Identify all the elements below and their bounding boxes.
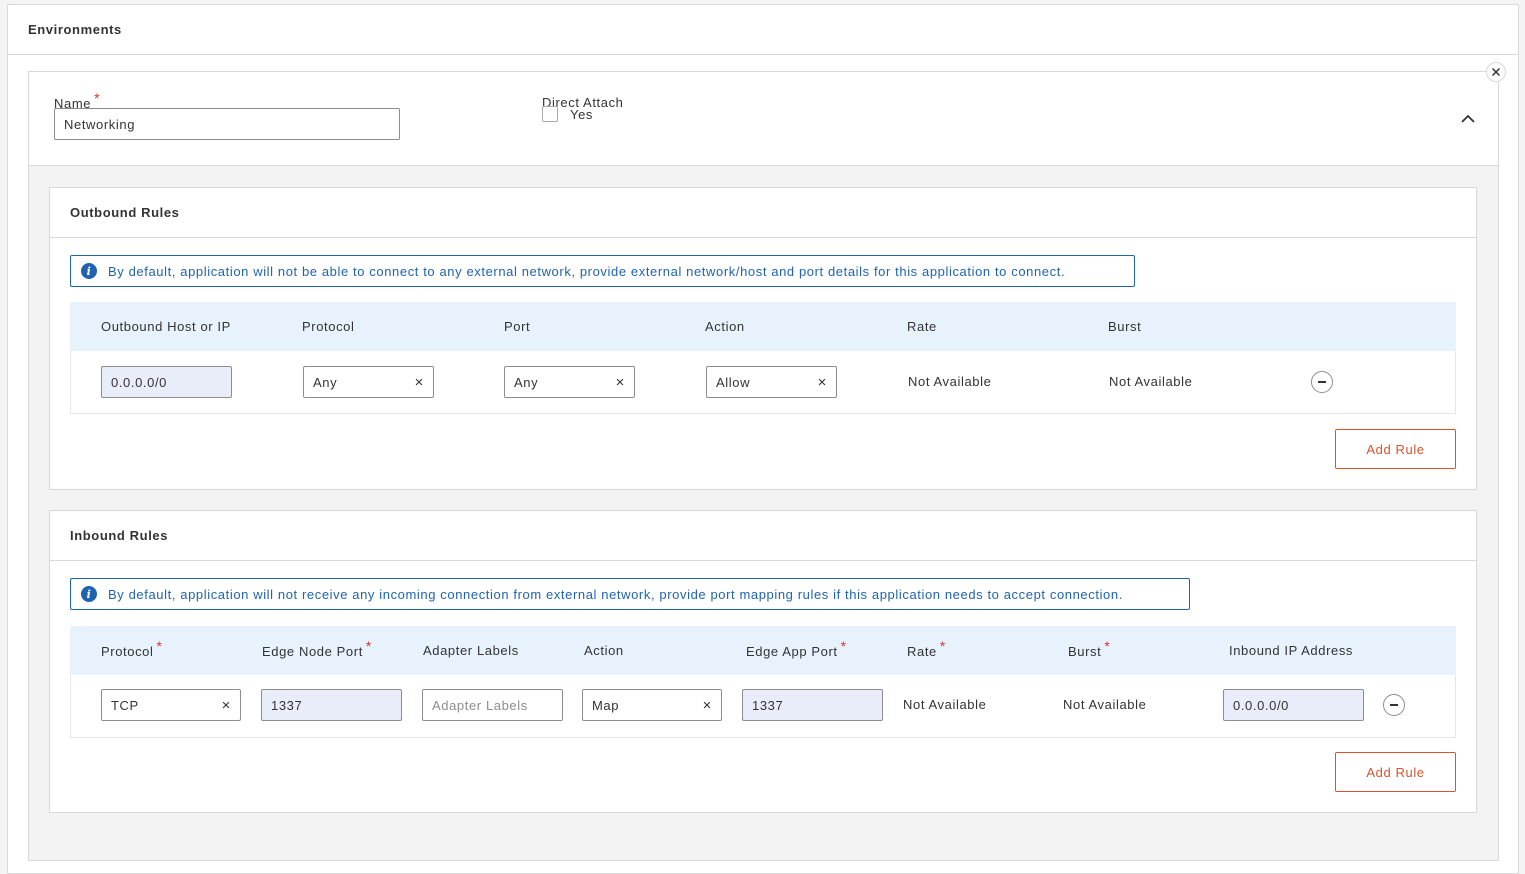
selected-value: Any: [514, 374, 539, 390]
column-header: Edge Node Port *: [262, 638, 372, 659]
outbound-rate-value: Not Available: [908, 374, 992, 389]
column-header: Burst: [1108, 319, 1142, 334]
outbound-rules-header: Outbound Rules: [50, 188, 1476, 238]
outbound-info-text: By default, application will not be able…: [108, 263, 1066, 279]
clear-icon[interactable]: ×: [222, 698, 231, 713]
column-header: Action: [584, 643, 624, 658]
info-icon: i: [81, 586, 97, 602]
outbound-rules-panel: Outbound Rules i By default, application…: [49, 187, 1477, 490]
section-title: Environments: [28, 22, 122, 37]
inbound-rate-value: Not Available: [903, 697, 987, 712]
clear-icon[interactable]: ×: [818, 375, 827, 390]
clear-icon[interactable]: ×: [616, 375, 625, 390]
required-marker: *: [939, 638, 946, 654]
name-input[interactable]: [54, 108, 400, 140]
outbound-protocol-select[interactable]: Any ×: [303, 366, 434, 398]
environments-section: Environments Name* Direct Attach Yes Out…: [7, 4, 1519, 874]
required-marker: *: [94, 90, 101, 106]
environment-card: Name* Direct Attach Yes Outbound Rules i…: [28, 71, 1499, 861]
column-header: Port: [504, 319, 531, 334]
adapter-labels-field[interactable]: [432, 697, 553, 713]
minus-icon: [1318, 381, 1326, 383]
selected-value: Any: [313, 374, 338, 390]
column-header: Adapter Labels: [423, 643, 519, 658]
section-header: Environments: [8, 5, 1518, 55]
inbound-rules-title: Inbound Rules: [70, 528, 169, 543]
column-header: Burst *: [1068, 638, 1111, 659]
column-header: Edge App Port *: [746, 638, 847, 659]
environment-header: Name* Direct Attach Yes: [29, 72, 1498, 166]
required-marker: *: [365, 638, 372, 654]
inbound-protocol-select[interactable]: TCP ×: [101, 689, 241, 721]
required-marker: *: [840, 638, 847, 654]
edge-node-port-field[interactable]: [271, 697, 392, 713]
table-row: TCP × Map × Not Available Not Available: [70, 675, 1456, 738]
edge-app-port-input[interactable]: [742, 689, 883, 721]
clear-icon[interactable]: ×: [703, 698, 712, 713]
outbound-action-select[interactable]: Allow ×: [706, 366, 837, 398]
inbound-action-select[interactable]: Map ×: [582, 689, 722, 721]
remove-rule-button[interactable]: [1311, 371, 1333, 393]
inbound-rules-panel: Inbound Rules i By default, application …: [49, 510, 1477, 813]
column-header: Rate: [907, 319, 937, 334]
required-marker: *: [156, 638, 163, 654]
selected-value: Map: [592, 697, 620, 713]
column-header: Protocol: [302, 319, 355, 334]
chevron-up-icon[interactable]: [1459, 110, 1477, 128]
direct-attach-checkbox[interactable]: [542, 106, 558, 122]
outbound-add-rule-button[interactable]: Add Rule: [1335, 429, 1456, 469]
selected-value: Allow: [716, 374, 751, 390]
outbound-burst-value: Not Available: [1109, 374, 1193, 389]
inbound-rules-header: Inbound Rules: [50, 511, 1476, 561]
column-header: Protocol *: [101, 638, 163, 659]
outbound-rules-title: Outbound Rules: [70, 205, 180, 220]
edge-app-port-field[interactable]: [752, 697, 873, 713]
minus-icon: [1390, 704, 1398, 706]
outbound-port-select[interactable]: Any ×: [504, 366, 635, 398]
clear-icon[interactable]: ×: [415, 375, 424, 390]
selected-value: TCP: [111, 697, 139, 713]
info-icon: i: [81, 263, 97, 279]
inbound-ip-field[interactable]: [1233, 697, 1354, 713]
inbound-burst-value: Not Available: [1063, 697, 1147, 712]
inbound-info-text: By default, application will not receive…: [108, 586, 1123, 602]
column-header: Inbound IP Address: [1229, 643, 1354, 658]
close-icon-glyph: [1491, 67, 1501, 77]
inbound-table-header: Protocol * Edge Node Port * Adapter Labels…: [70, 626, 1456, 675]
edge-node-port-input[interactable]: [261, 689, 402, 721]
outbound-host-field[interactable]: [111, 374, 222, 390]
remove-rule-button[interactable]: [1383, 694, 1405, 716]
close-icon[interactable]: [1486, 62, 1506, 82]
outbound-host-input[interactable]: [101, 366, 232, 398]
inbound-info-banner: i By default, application will not recei…: [70, 578, 1190, 610]
column-header: Rate *: [907, 638, 946, 659]
inbound-ip-input[interactable]: [1223, 689, 1364, 721]
column-header: Outbound Host or IP: [101, 319, 231, 334]
inbound-add-rule-button[interactable]: Add Rule: [1335, 752, 1456, 792]
name-field[interactable]: [64, 116, 390, 132]
outbound-table-header: Outbound Host or IP Protocol Port Action…: [70, 302, 1456, 351]
outbound-info-banner: i By default, application will not be ab…: [70, 255, 1135, 287]
adapter-labels-input[interactable]: [422, 689, 563, 721]
table-row: Any × Any × Allow × Not Available Not Av…: [70, 351, 1456, 414]
column-header: Action: [705, 319, 745, 334]
direct-attach-option-label: Yes: [570, 107, 594, 122]
required-marker: *: [1104, 638, 1111, 654]
